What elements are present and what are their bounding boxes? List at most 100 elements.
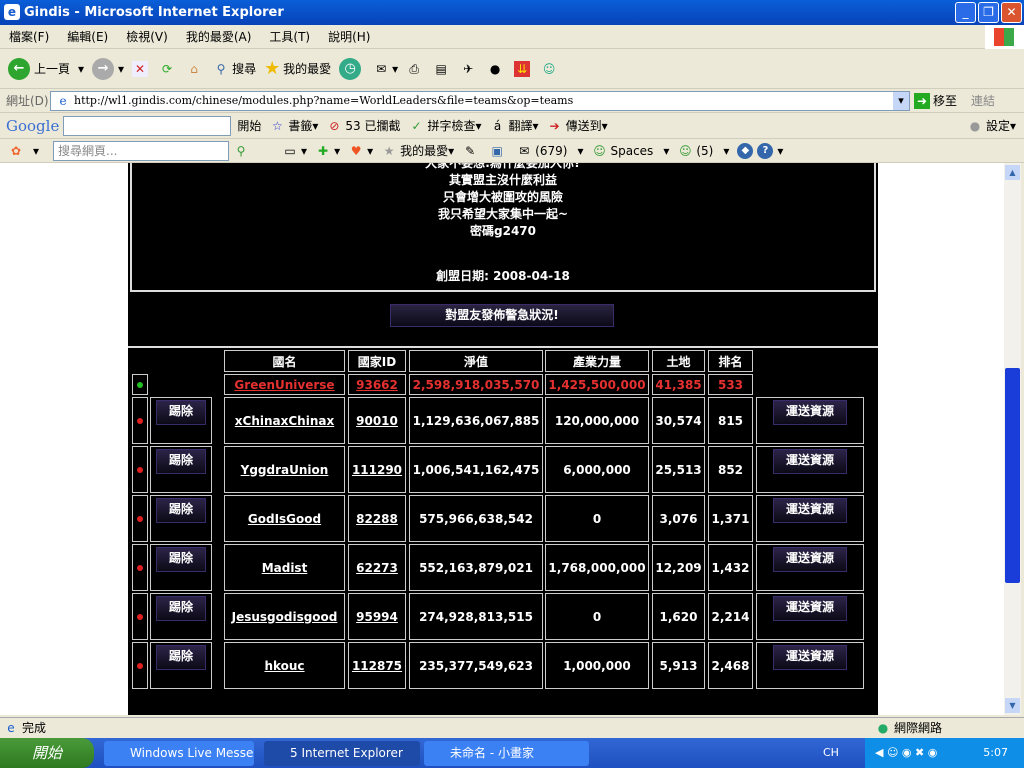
member-name[interactable]: YggdraUnion: [224, 446, 345, 493]
menu-item[interactable]: 我的最愛(A): [177, 28, 261, 45]
minimize-button[interactable]: _: [955, 2, 976, 23]
member-name[interactable]: GodIsGood: [224, 495, 345, 542]
member-id-text[interactable]: 112875: [352, 659, 402, 673]
member-id-text[interactable]: 111290: [352, 463, 402, 477]
own-id[interactable]: 93662: [348, 374, 406, 395]
own-id-text[interactable]: 93662: [356, 378, 398, 392]
home-button[interactable]: ⌂: [186, 61, 205, 77]
task-internet-explorer[interactable]: 5 Internet Explorer: [264, 741, 420, 766]
google-go-button[interactable]: 開始: [237, 117, 261, 134]
member-id[interactable]: 62273: [348, 544, 406, 591]
qq-button[interactable]: ●: [487, 61, 506, 77]
send-resources-button[interactable]: 運送資源: [772, 449, 848, 474]
member-id-text[interactable]: 95994: [356, 610, 398, 624]
menu-item[interactable]: 工具(T): [260, 28, 319, 45]
member-name-text[interactable]: xChinaxChinax: [235, 414, 334, 428]
mail-button[interactable]: ✉ ▾: [373, 61, 398, 77]
contacts-button[interactable]: ☺ (5) ▾: [677, 143, 729, 159]
spaces-button[interactable]: ☺ Spaces ▾: [591, 143, 669, 159]
member-name[interactable]: Jesusgodisgood: [224, 593, 345, 640]
member-name-text[interactable]: GodIsGood: [248, 512, 321, 526]
address-input[interactable]: e http://wl1.gindis.com/chinese/modules.p…: [50, 90, 910, 111]
send-to-button[interactable]: ➔ 傳送到 ▾: [547, 117, 608, 134]
menu-item[interactable]: 檔案(F): [0, 28, 58, 45]
msn-hearts-button[interactable]: ♥ ▾: [348, 143, 373, 159]
menu-item[interactable]: 說明(H): [319, 28, 379, 45]
send-resources-button[interactable]: 運送資源: [772, 400, 848, 425]
send-resources-button[interactable]: 運送資源: [772, 547, 848, 572]
language-indicator[interactable]: CH: [823, 738, 839, 768]
msn-button[interactable]: ☺: [541, 61, 560, 77]
send-resources-button[interactable]: 運送資源: [772, 645, 848, 670]
mail-count-button[interactable]: ✉ (679) ▾: [516, 143, 583, 159]
menu-item[interactable]: 編輯(E): [58, 28, 117, 45]
send-resources-button[interactable]: 運送資源: [772, 596, 848, 621]
history-button[interactable]: ◷: [339, 57, 365, 80]
google-search-input[interactable]: [63, 115, 232, 136]
settings-button[interactable]: ● 設定 ▾: [967, 117, 1016, 134]
refresh-button[interactable]: ⟳: [159, 61, 178, 77]
print-button[interactable]: ⎙: [406, 61, 425, 77]
member-name[interactable]: hkouc: [224, 642, 345, 689]
member-id[interactable]: 112875: [348, 642, 406, 689]
member-id[interactable]: 90010: [348, 397, 406, 444]
member-name[interactable]: xChinaxChinax: [224, 397, 345, 444]
popup-blocker-button[interactable]: ⊘ 53 已攔截: [326, 117, 400, 134]
edit-button[interactable]: ▤: [433, 61, 452, 77]
member-id[interactable]: 111290: [348, 446, 406, 493]
member-name-text[interactable]: Jesusgodisgood: [232, 610, 338, 624]
member-name[interactable]: Madist: [224, 544, 345, 591]
search-icon[interactable]: ⚲: [233, 143, 249, 159]
chevron-down-icon[interactable]: ▾: [893, 91, 909, 110]
vertical-scrollbar[interactable]: ▲ ▼: [1004, 163, 1021, 715]
kick-button[interactable]: 踢除: [155, 400, 207, 425]
task-messenger[interactable]: Windows Live Messen...: [104, 741, 254, 766]
kick-button[interactable]: 踢除: [155, 645, 207, 670]
kick-button[interactable]: 踢除: [155, 449, 207, 474]
highlight-button[interactable]: ✎: [462, 143, 481, 159]
msn-tab-button[interactable]: ▭ ▾: [282, 143, 307, 159]
scroll-down-button[interactable]: ▼: [1005, 698, 1020, 713]
msn-add-button[interactable]: ✚ ▾: [315, 143, 340, 159]
alert-allies-button[interactable]: 對盟友發佈警急狀況!: [390, 304, 614, 327]
member-name-text[interactable]: hkouc: [264, 659, 304, 673]
maximize-button[interactable]: ❐: [978, 2, 999, 23]
scrollbar-thumb[interactable]: [1005, 368, 1020, 583]
msn-butterfly-icon[interactable]: ✿: [8, 143, 24, 159]
send-resources-button[interactable]: 運送資源: [772, 498, 848, 523]
member-name-text[interactable]: Madist: [262, 561, 308, 575]
links-button[interactable]: 連結: [971, 92, 995, 109]
close-button[interactable]: ✕: [1001, 2, 1022, 23]
download-button[interactable]: ⇊: [514, 60, 533, 77]
bookmarks-button[interactable]: ☆ 書籤 ▾: [269, 117, 318, 134]
own-name[interactable]: GreenUniverse: [224, 374, 345, 395]
stop-button[interactable]: ✕: [132, 60, 151, 77]
kick-button[interactable]: 踢除: [155, 596, 207, 621]
msn-favorites-button[interactable]: ★ 我的最愛 ▾: [381, 142, 454, 159]
kick-button[interactable]: 踢除: [155, 498, 207, 523]
member-id-text[interactable]: 82288: [356, 512, 398, 526]
help-icon[interactable]: ?: [757, 142, 774, 159]
msn-circle-icon[interactable]: ◆: [737, 142, 754, 159]
member-id-text[interactable]: 62273: [356, 561, 398, 575]
notes-button[interactable]: ▣: [489, 143, 508, 159]
translate-button[interactable]: á 翻譯 ▾: [490, 117, 539, 134]
search-button[interactable]: ⚲ 搜尋: [213, 60, 256, 77]
menu-item[interactable]: 檢視(V): [117, 28, 177, 45]
member-name-text[interactable]: YggdraUnion: [241, 463, 329, 477]
back-button[interactable]: ← 上一頁 ▾: [8, 57, 84, 80]
messenger-button[interactable]: ✈: [460, 61, 479, 77]
spellcheck-button[interactable]: ✓ 拼字檢查 ▾: [408, 117, 481, 134]
kick-button[interactable]: 踢除: [155, 547, 207, 572]
start-button[interactable]: 開始: [0, 738, 94, 768]
member-id[interactable]: 82288: [348, 495, 406, 542]
scroll-up-button[interactable]: ▲: [1005, 165, 1020, 180]
msn-search-input[interactable]: 搜尋網頁...: [53, 140, 230, 161]
go-button[interactable]: ➜ 移至: [914, 92, 957, 109]
member-id-text[interactable]: 90010: [356, 414, 398, 428]
forward-button[interactable]: → ▾: [92, 57, 124, 80]
task-paint[interactable]: 未命名 - 小畫家: [424, 741, 589, 766]
favorites-button[interactable]: ★ 我的最愛: [264, 59, 331, 77]
own-name-text[interactable]: GreenUniverse: [234, 378, 334, 392]
member-id[interactable]: 95994: [348, 593, 406, 640]
